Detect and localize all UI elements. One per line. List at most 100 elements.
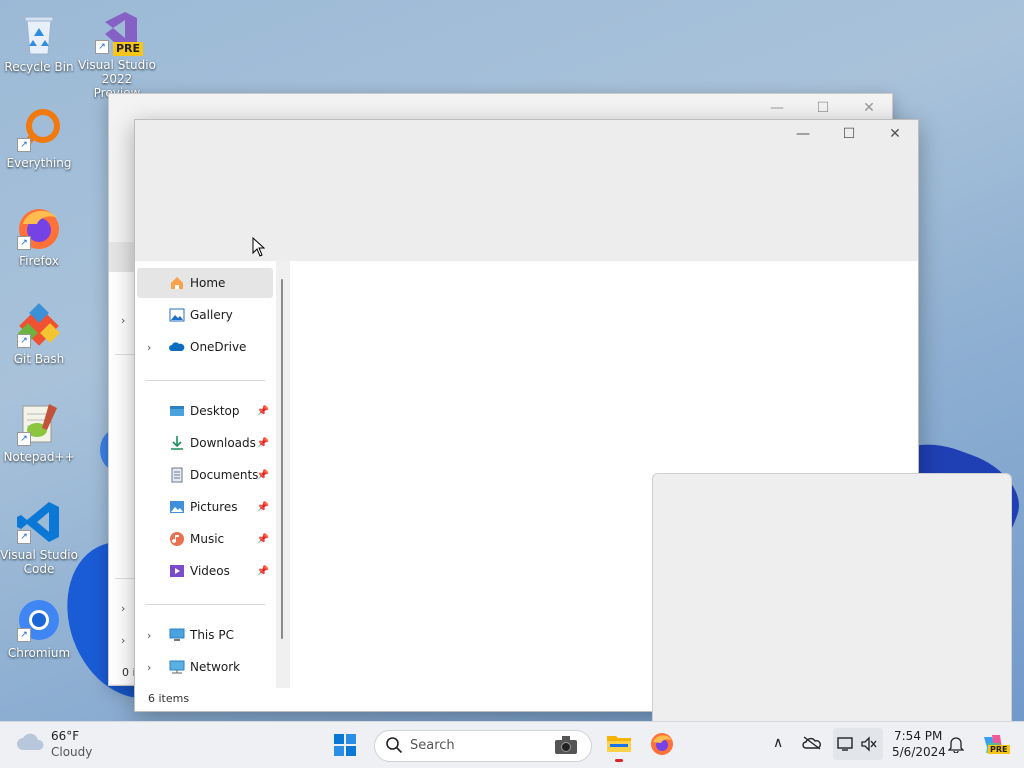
weather-cloud-icon[interactable] [16, 731, 44, 757]
notepad-plus-plus-icon: ↗ [15, 400, 63, 448]
nav-item-label: OneDrive [190, 340, 247, 354]
desktop-icon-notepad-plus-plus[interactable]: ↗ Notepad++ [0, 400, 78, 464]
pin-icon[interactable]: 📌 [257, 438, 269, 449]
show-hidden-icons-chevron-icon[interactable]: ∧ [773, 735, 783, 751]
desktop-folder-icon [169, 403, 185, 419]
desktop-icon-firefox[interactable]: ↗ Firefox [0, 204, 78, 268]
close-button[interactable]: ✕ [872, 120, 918, 148]
desktop-icon-chromium[interactable]: ↗ Chromium [0, 596, 78, 660]
search-placeholder: Search [410, 738, 455, 753]
chevron-right-icon[interactable]: › [121, 634, 125, 647]
navigation-pane: Home Gallery › OneDrive Desktop 📌 Downlo… [135, 261, 290, 688]
notification-bell-icon[interactable] [947, 735, 965, 757]
nav-item-network[interactable]: › Network [137, 652, 273, 682]
nav-item-label: Gallery [190, 308, 233, 322]
chevron-right-icon[interactable]: › [121, 314, 125, 327]
quick-settings-button[interactable] [833, 728, 883, 760]
weather-description[interactable]: Cloudy [51, 745, 92, 759]
firefox-icon: ↗ [15, 204, 63, 252]
chevron-right-icon[interactable]: › [147, 661, 151, 674]
nav-item-home[interactable]: Home [137, 268, 273, 298]
nav-item-pictures[interactable]: Pictures 📌 [137, 492, 273, 522]
pin-icon[interactable]: 📌 [257, 534, 269, 545]
home-icon [169, 275, 185, 291]
desktop-icon-label: Git Bash [13, 352, 65, 366]
start-button[interactable] [333, 733, 357, 761]
nav-item-documents[interactable]: Documents 📌 [137, 460, 273, 490]
maximize-button[interactable]: ☐ [826, 120, 872, 148]
scrollbar-thumb[interactable] [281, 279, 283, 639]
desktop-icon-label: Recycle Bin [4, 60, 74, 74]
back-window-selected-item [109, 242, 135, 272]
everything-search-icon: ↗ [15, 106, 63, 154]
desktop-icon-vscode[interactable]: ↗ Visual Studio Code [0, 498, 78, 576]
minimize-button[interactable]: — [780, 120, 826, 148]
caption-buttons: — ☐ ✕ [754, 94, 892, 122]
back-window-nav-pane [109, 244, 137, 684]
divider [145, 604, 265, 605]
minimize-button[interactable]: — [754, 94, 800, 122]
music-icon [169, 531, 185, 547]
copilot-pre-badge: PRE [988, 745, 1010, 754]
pin-icon[interactable]: 📌 [257, 470, 269, 481]
desktop-icon-label: Notepad++ [3, 450, 75, 464]
file-explorer-taskbar-icon[interactable] [606, 732, 632, 762]
videos-icon [169, 563, 185, 579]
nav-item-label: Downloads [190, 436, 256, 450]
mouse-pointer-icon [252, 236, 266, 261]
desktop-icon-recycle-bin[interactable]: Recycle Bin [0, 10, 78, 74]
pictures-icon [169, 499, 185, 515]
desktop-icon-everything[interactable]: ↗ Everything [0, 106, 78, 170]
gallery-icon [169, 307, 185, 323]
preview-badge: PRE [112, 42, 143, 56]
network-status-icon [837, 736, 855, 756]
pin-icon[interactable]: 📌 [257, 566, 269, 577]
nav-item-onedrive[interactable]: › OneDrive [137, 332, 273, 362]
scrollbar-track[interactable] [276, 261, 290, 688]
computer-icon [169, 627, 185, 643]
desktop-icon-label: Everything [6, 156, 72, 170]
desktop-icon-label: Visual Studio Code [0, 548, 78, 576]
desktop-icon-git-bash[interactable]: ↗ Git Bash [0, 302, 78, 366]
nav-item-videos[interactable]: Videos 📌 [137, 556, 273, 586]
firefox-taskbar-icon[interactable] [650, 732, 674, 760]
nav-item-downloads[interactable]: Downloads 📌 [137, 428, 273, 458]
maximize-button[interactable]: ☐ [800, 94, 846, 122]
blank-flyout-panel[interactable] [652, 473, 1012, 725]
chevron-right-icon[interactable]: › [147, 341, 151, 354]
search-highlight-camera-icon [553, 734, 579, 760]
nav-item-gallery[interactable]: Gallery [137, 300, 273, 330]
desktop-icon-visual-studio-preview[interactable]: PRE ↗ Visual Studio 2022 Preview [78, 8, 156, 100]
desktop-icon-label: Firefox [19, 254, 59, 268]
shortcut-arrow-icon: ↗ [95, 40, 109, 54]
close-button[interactable]: ✕ [846, 94, 892, 122]
volume-muted-icon [860, 736, 878, 756]
caption-buttons: — ☐ ✕ [780, 120, 918, 148]
nav-item-label: Network [190, 660, 241, 674]
pin-icon[interactable]: 📌 [257, 502, 269, 513]
visual-studio-icon: PRE ↗ [93, 8, 143, 56]
clock-time[interactable]: 7:54 PM [894, 729, 942, 743]
shortcut-arrow-icon: ↗ [17, 236, 31, 250]
network-icon [169, 659, 185, 675]
nav-item-music[interactable]: Music 📌 [137, 524, 273, 554]
nav-item-desktop[interactable]: Desktop 📌 [137, 396, 273, 426]
weather-temperature[interactable]: 66°F [51, 729, 79, 743]
copilot-preview-icon[interactable]: PRE [980, 731, 1010, 761]
chevron-right-icon[interactable]: › [147, 629, 151, 642]
clock-date[interactable]: 5/6/2024 [892, 745, 946, 759]
nav-item-label: Videos [190, 564, 230, 578]
nav-item-label: This PC [190, 628, 234, 642]
recycle-bin-icon [15, 10, 63, 58]
documents-icon [169, 467, 185, 483]
cloud-icon [169, 339, 185, 355]
chevron-right-icon[interactable]: › [121, 602, 125, 615]
shortcut-arrow-icon: ↗ [17, 530, 31, 544]
onedrive-offline-icon[interactable] [802, 735, 822, 755]
active-app-indicator [615, 759, 623, 762]
taskbar-search-box[interactable]: Search [374, 730, 592, 762]
vscode-icon: ↗ [15, 498, 63, 546]
pin-icon[interactable]: 📌 [257, 406, 269, 417]
taskbar: 66°F Cloudy Search ∧ 7:54 PM 5/6/2024 PR… [0, 721, 1024, 768]
nav-item-this-pc[interactable]: › This PC [137, 620, 273, 650]
